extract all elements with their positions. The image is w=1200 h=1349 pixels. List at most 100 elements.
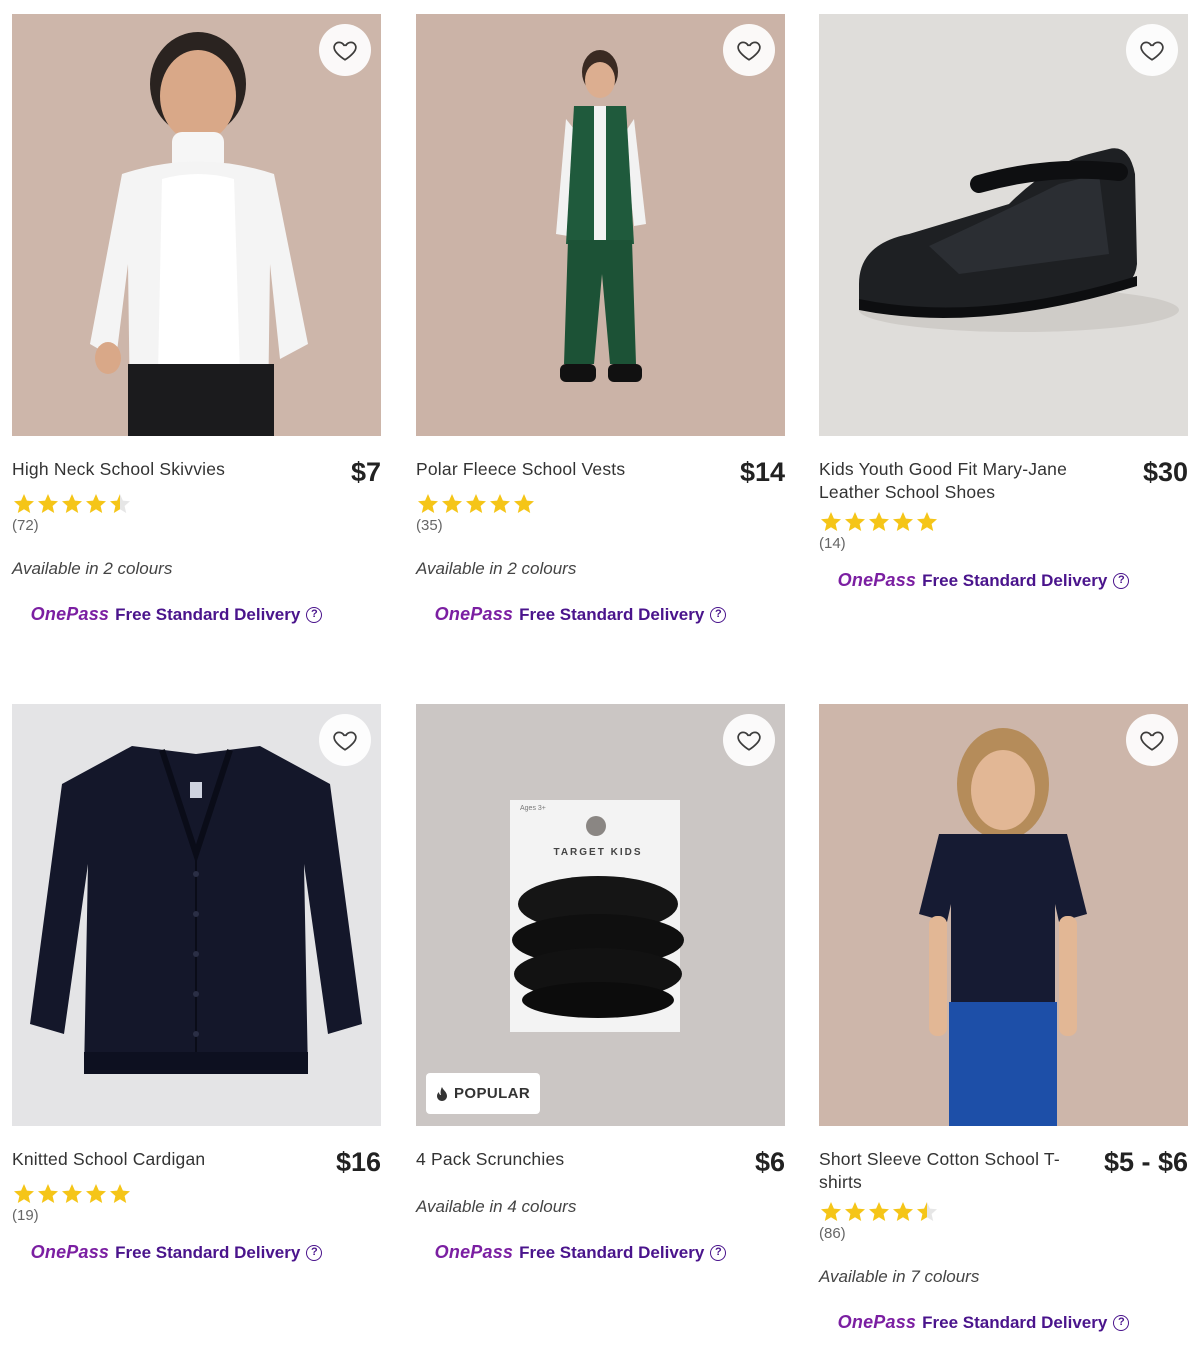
- review-count[interactable]: (35): [416, 516, 785, 536]
- delivery-text: Free Standard Delivery: [115, 1242, 301, 1262]
- product-image[interactable]: [819, 704, 1188, 1126]
- product-price: $16: [335, 1147, 381, 1177]
- onepass-delivery: OnePass Free Standard Delivery ?: [0, 1242, 381, 1263]
- rating-stars: [416, 492, 785, 516]
- onepass-delivery: OnePass Free Standard Delivery ?: [779, 1312, 1188, 1333]
- heart-icon: [737, 41, 761, 61]
- product-photo-shoe: [819, 14, 1188, 436]
- flame-icon: [437, 1086, 447, 1101]
- product-price: $30: [1142, 457, 1188, 487]
- product-title[interactable]: Kids Youth Good Fit Mary-Jane Leather Sc…: [819, 458, 1091, 504]
- star-icon: [38, 494, 58, 513]
- product-image[interactable]: [12, 14, 381, 436]
- product-photo-skivvy: [12, 14, 381, 436]
- product-price: $14: [739, 457, 785, 487]
- onepass-delivery: OnePass Free Standard Delivery ?: [779, 570, 1188, 591]
- package-age-text: Ages 3+: [520, 805, 546, 812]
- package-brand-text: TARGET KIDS: [553, 847, 642, 858]
- product-card[interactable]: Knitted School Cardigan $16 (19) OnePass…: [12, 704, 381, 1263]
- star-icon: [442, 494, 462, 513]
- onepass-delivery: OnePass Free Standard Delivery ?: [0, 604, 381, 625]
- help-icon[interactable]: ?: [306, 1244, 323, 1261]
- help-icon[interactable]: ?: [306, 606, 323, 623]
- wishlist-button[interactable]: [723, 24, 775, 76]
- star-icon: [62, 1184, 82, 1203]
- wishlist-button[interactable]: [319, 714, 371, 766]
- star-icon: [917, 512, 937, 531]
- product-photo-cardigan: [12, 704, 381, 1126]
- star-icon: [466, 494, 486, 513]
- help-icon[interactable]: ?: [710, 1244, 727, 1261]
- colour-availability: Available in 7 colours: [819, 1267, 980, 1286]
- star-icon: [86, 1184, 106, 1203]
- product-photo-tshirt: [819, 704, 1188, 1126]
- star-icon: [821, 1202, 841, 1221]
- product-card[interactable]: Ages 3+ TARGET KIDS POPULAR 4 Pack Scrun…: [416, 704, 785, 1263]
- product-card[interactable]: Kids Youth Good Fit Mary-Jane Leather Sc…: [819, 14, 1188, 591]
- product-title[interactable]: High Neck School Skivvies: [12, 458, 225, 481]
- wishlist-button[interactable]: [723, 714, 775, 766]
- review-count[interactable]: (86): [819, 1224, 1188, 1244]
- star-icon: [893, 512, 913, 531]
- heart-icon: [1140, 731, 1164, 751]
- product-price: $6: [754, 1147, 785, 1177]
- star-icon: [917, 1202, 937, 1221]
- product-title[interactable]: 4 Pack Scrunchies: [416, 1148, 564, 1171]
- rating-stars: [819, 1200, 1188, 1224]
- star-icon: [14, 1184, 34, 1203]
- product-price: $5 - $6: [1103, 1147, 1188, 1177]
- product-card[interactable]: Polar Fleece School Vests $14 (35) Avail…: [416, 14, 785, 625]
- star-icon: [110, 494, 130, 513]
- product-title[interactable]: Short Sleeve Cotton School T-shirts: [819, 1148, 1074, 1194]
- star-icon: [893, 1202, 913, 1221]
- star-icon: [62, 494, 82, 513]
- review-count[interactable]: (72): [12, 516, 381, 536]
- review-count[interactable]: (19): [12, 1206, 381, 1226]
- star-icon: [110, 1184, 130, 1203]
- delivery-text: Free Standard Delivery: [115, 604, 301, 624]
- product-image[interactable]: [819, 14, 1188, 436]
- colour-availability: Available in 2 colours: [12, 559, 173, 578]
- onepass-delivery: OnePass Free Standard Delivery ?: [376, 604, 785, 625]
- product-image[interactable]: [12, 704, 381, 1126]
- help-icon[interactable]: ?: [1113, 572, 1130, 589]
- star-icon: [869, 1202, 889, 1221]
- product-title[interactable]: Polar Fleece School Vests: [416, 458, 625, 481]
- delivery-text: Free Standard Delivery: [519, 1242, 705, 1262]
- star-icon: [86, 494, 106, 513]
- star-icon: [821, 512, 841, 531]
- rating-stars: [12, 1182, 381, 1206]
- onepass-logo: OnePass: [30, 1242, 110, 1262]
- heart-icon: [737, 731, 761, 751]
- review-count[interactable]: (14): [819, 534, 1188, 554]
- help-icon[interactable]: ?: [710, 606, 727, 623]
- onepass-logo: OnePass: [837, 1312, 917, 1332]
- wishlist-button[interactable]: [1126, 24, 1178, 76]
- product-image[interactable]: [416, 14, 785, 436]
- rating-stars: [12, 492, 381, 516]
- heart-icon: [1140, 41, 1164, 61]
- onepass-logo: OnePass: [30, 604, 110, 624]
- onepass-logo: OnePass: [434, 1242, 514, 1262]
- star-icon: [418, 494, 438, 513]
- onepass-delivery: OnePass Free Standard Delivery ?: [376, 1242, 785, 1263]
- product-card[interactable]: Short Sleeve Cotton School T-shirts $5 -…: [819, 704, 1188, 1333]
- help-icon[interactable]: ?: [1113, 1314, 1130, 1331]
- wishlist-button[interactable]: [1126, 714, 1178, 766]
- star-icon: [869, 512, 889, 531]
- heart-icon: [333, 731, 357, 751]
- product-photo-vest: [416, 14, 785, 436]
- product-card[interactable]: High Neck School Skivvies $7 (72) Availa…: [12, 14, 381, 625]
- onepass-logo: OnePass: [837, 570, 917, 590]
- colour-availability: Available in 4 colours: [416, 1197, 577, 1216]
- product-title[interactable]: Knitted School Cardigan: [12, 1148, 205, 1171]
- wishlist-button[interactable]: [319, 24, 371, 76]
- star-icon: [38, 1184, 58, 1203]
- star-icon: [14, 494, 34, 513]
- popular-badge: POPULAR: [426, 1073, 541, 1114]
- colour-availability: Available in 2 colours: [416, 559, 577, 578]
- star-icon: [845, 1202, 865, 1221]
- star-icon: [490, 494, 510, 513]
- product-image[interactable]: Ages 3+ TARGET KIDS POPULAR: [416, 704, 785, 1126]
- star-icon: [845, 512, 865, 531]
